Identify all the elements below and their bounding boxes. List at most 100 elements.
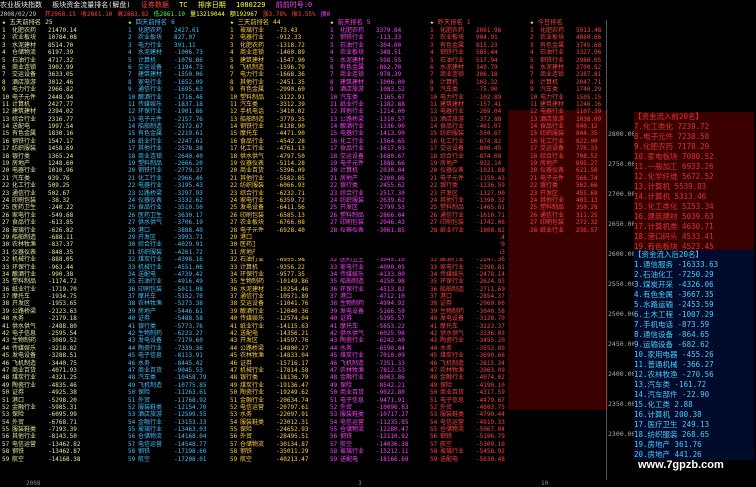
inflow-item[interactable]: 14.计算机 5313.46 [634,192,754,202]
table-row[interactable]: 48 金融行业 -4074.02 [430,374,526,381]
table-row[interactable]: 59 航空 -17208.01 [128,456,224,463]
outflow-item[interactable]: 14.汽车部件 -22.90 [634,390,754,400]
table-row[interactable]: 28 港口 -3888.40 [128,227,224,234]
table-row[interactable]: 25 医药卫生 -240.22 [2,204,98,211]
outflow-item[interactable]: 7.手机电话 -873.59 [634,320,754,330]
table-row[interactable]: 59 航空 -14168.38 [2,456,98,463]
table-row[interactable]: 48 汽车类 -10458.79 [128,374,224,381]
outflow-item[interactable]: 19.房地产 361.76 [634,440,754,450]
table-row[interactable]: 5 钢铁行业 2980.05 [530,57,626,64]
outflow-item[interactable]: 12.农林牧渔 -270.56 [634,370,754,380]
table-row[interactable]: 4 农业板块 -348.51 [330,49,426,56]
table-row[interactable]: 17 其他行业 -2578.38 [128,145,224,152]
table-row[interactable]: 33 家电行业 -2398.81 [430,264,526,271]
table-row[interactable]: 17 纺织服装 1458.69 [2,145,98,152]
inflow-item[interactable]: 8.电子元件 7230.58 [634,132,754,142]
table-row[interactable]: 48 银行类 -18136.79 [230,374,326,381]
table-row[interactable]: 27 食品行业 -613.85 [2,219,98,226]
inflow-item[interactable]: 9.化肥农药 7178.29 [634,142,754,152]
table-row[interactable]: 5 石油行业 517.94 [430,57,526,64]
table-row[interactable]: 2 农业板块 4860.66 [530,34,626,41]
inflow-item[interactable]: 17.计算机类 4630.71 [634,222,754,232]
table-row[interactable]: 36 船舶制造 -2711.69 [430,286,526,293]
inflow-item[interactable]: 12.化学纤维 5672.52 [634,172,754,182]
table-row[interactable]: 35 塑料制品 -1174.72 [2,278,98,285]
table-row[interactable]: 13 酒店旅游 1038.09 [530,116,626,123]
table-row[interactable]: 23 公路桥梁 -3297.93 [128,190,224,197]
inflow-item[interactable]: 7.化工类化 7239.72 [634,122,754,132]
table-row[interactable]: 2 钢铁行业 -113.33 [330,34,426,41]
inflow-item[interactable]: 16.建筑建材 5039.63 [634,212,754,222]
table-row[interactable]: 13 公路桥梁 -1310.57 [330,116,426,123]
table-row[interactable]: 5 石油行业 4717.32 [2,57,98,64]
table-row[interactable]: 56 钢铁 -13110.92 [330,433,426,440]
tag-data[interactable]: 证券数据 [141,1,169,9]
table-row[interactable]: 53 酒店旅游 -12599.55 [128,411,224,418]
table-row[interactable]: 51 电子信息 -4479.67 [430,397,526,404]
table-row[interactable]: 15 有色金属 1830.16 [2,130,98,137]
table-row[interactable]: 18 综合行业 708.52 [530,153,626,160]
table-row[interactable]: 20 仪器仪表 621.50 [530,167,626,174]
table-row[interactable]: 32 机械行业 -888.05 [2,256,98,263]
table-row[interactable]: 43 开发区 -14597.76 [230,337,326,344]
table-row[interactable]: 23 开发区 455.69 [530,190,626,197]
table-row[interactable]: 7 交运设备 3633.05 [2,71,98,78]
outflow-item[interactable]: 17.医疗卫生 249.13 [634,420,754,430]
table-row[interactable]: 13 酒店旅游 -372.88 [430,116,526,123]
table-row[interactable]: 20 计算机 -2030.04 [330,167,426,174]
table-row[interactable]: 7 商业连锁 -978.39 [330,71,426,78]
table-row[interactable]: 2 农业板块 904.91 [430,34,526,41]
table-row[interactable]: 50 商业百货 -9022.80 [330,389,426,396]
outflow-item[interactable]: 5.水路运输 -2453.59 [634,300,754,310]
table-row[interactable]: 28 玻璃行业 -626.82 [2,227,98,234]
table-row[interactable]: 53 保险 -6095.99 [2,411,98,418]
table-row[interactable]: 41 银行类 -5773.76 [128,323,224,330]
outflow-item[interactable]: 1.通信服务 -16333.63 [634,260,754,270]
table-row[interactable]: 4 石油行业 3327.96 [530,49,626,56]
table-row[interactable]: 40 传媒娱乐 -12574.04 [230,315,326,322]
column-header[interactable]: ★ 昨天排名 1 [430,19,526,27]
outflow-item[interactable]: 15.化工类 2.88 [634,400,754,410]
outflow-item[interactable]: 3.煤炭开采 -4326.06 [634,280,754,290]
table-row[interactable]: 45 发电设备 -3288.51 [2,352,98,359]
table-row[interactable]: 22 纺织服装 -6066.93 [230,182,326,189]
table-row[interactable]: 10 电力行业 -102.89 [430,94,526,101]
table-row[interactable]: 35 石油行业 -4916.49 [128,278,224,285]
table-row[interactable]: 31 纺织服装 -4261.72 [128,249,224,256]
inflow-item[interactable]: 13.计算机 5539.83 [634,182,754,192]
outflow-item[interactable]: 2.石油化工 -7250.29 [634,270,754,280]
table-row[interactable]: 18 供水供气 -4797.50 [230,153,326,160]
table-row[interactable]: 54 电信运营 -4919.33 [430,419,526,426]
table-row[interactable]: 10 电子元件 2448.94 [2,94,98,101]
outflow-item[interactable]: 11.普通机械 -366.27 [634,360,754,370]
table-row[interactable]: 17 交运设备 -800.45 [430,145,526,152]
table-row[interactable]: 5 计算机 -1078.86 [128,57,224,64]
table-row[interactable]: 30 综合行业 -4029.91 [128,241,224,248]
table-row[interactable]: 7 商业连锁 2387.81 [530,71,626,78]
table-row[interactable]: 58 玻璃行业 -15212.11 [330,448,426,455]
column-header[interactable]: ★ 五天前排名 25 [2,19,98,27]
table-row[interactable]: 20 电器行业 1010.96 [2,167,98,174]
table-row[interactable]: 51 外贸 -11768.92 [128,397,224,404]
table-row[interactable]: 48 金融行业 -8003.86 [330,374,426,381]
table-row[interactable]: 27 印刷包装 272.32 [530,219,626,226]
table-row[interactable]: 28 纸业行业 236.57 [530,227,626,234]
table-row[interactable]: 9 通信行业 -1695.63 [128,86,224,93]
sort-value[interactable]: 1080229 [236,1,266,9]
table-row[interactable]: 43 陶瓷行业 -6242.40 [330,337,426,344]
table-row[interactable]: 7 商业连锁 206.18 [430,71,526,78]
table-row[interactable]: 36 纸业行业 -1719.70 [2,286,98,293]
table-row[interactable]: 50 陶瓷行业 -19249.62 [230,389,326,396]
column-header[interactable]: ★ 前天排名 5 [330,19,426,27]
table-row[interactable]: 41 摩托车 -5653.22 [330,323,426,330]
table-row[interactable]: 25 塑料制品 350.28 [530,204,626,211]
table-row[interactable]: 46 飞机制造 -3815.34 [430,360,526,367]
table-row[interactable]: 10 汽车类 -1165.67 [330,94,426,101]
table-row[interactable]: 35 环保行业 -2624.93 [430,278,526,285]
table-row[interactable]: 17 化工行业 -4761.13 [230,145,326,152]
table-row[interactable]: 38 交运设备 -11041.76 [230,300,326,307]
table-row[interactable]: 56 钢铁 -5196.79 [430,433,526,440]
table-row[interactable]: 58 钢铁 -13462.87 [2,448,98,455]
table-row[interactable]: 50 证券 -4925.38 [2,389,98,396]
table-row[interactable]: 13 电子元件 -2157.76 [128,116,224,123]
